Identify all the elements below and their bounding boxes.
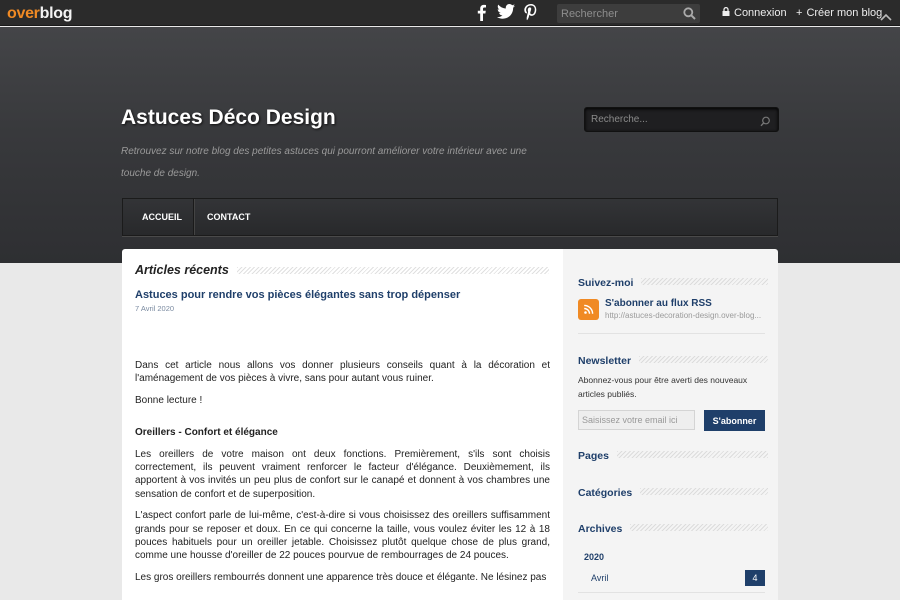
newsletter-title: Newsletter [578, 355, 638, 367]
nav-item-accueil[interactable]: ACCUEIL [142, 199, 182, 235]
login-label: Connexion [734, 7, 787, 19]
divider [578, 333, 765, 334]
overblog-logo[interactable]: overblog [7, 5, 72, 23]
divider [578, 592, 765, 593]
archive-year[interactable]: 2020 [584, 552, 604, 562]
site-description: Retrouvez sur notre blog des petites ast… [121, 146, 527, 179]
site-title[interactable]: Astuces Déco Design [121, 106, 336, 130]
search-icon[interactable] [683, 7, 696, 25]
newsletter-heading: Newsletter [578, 351, 768, 367]
newsletter-email-field[interactable] [578, 410, 695, 430]
heading-hatch [237, 267, 549, 274]
heading-hatch [617, 451, 768, 458]
post-body: Dans cet article nous allons vos donner … [135, 359, 550, 593]
twitter-icon[interactable] [496, 3, 516, 19]
recent-articles-label: Articles récents [135, 263, 235, 277]
newsletter-text: Abonnez-vous pour être averti des nouvea… [578, 375, 748, 399]
header-search-input[interactable] [585, 108, 750, 131]
sidebar: Suivez-moi S'abonner au flux RSS http://… [563, 249, 778, 600]
blog-header: Astuces Déco Design Retrouvez sur notre … [0, 27, 900, 263]
post-paragraph: Bonne lecture ! [135, 395, 203, 407]
rss-subscribe-link[interactable]: S'abonner au flux RSS [605, 298, 712, 309]
facebook-icon[interactable] [471, 3, 491, 21]
heading-hatch [641, 278, 768, 285]
top-search [557, 4, 700, 23]
nav-divider [193, 199, 194, 235]
rss-url: http://astuces-decoration-design.over-bl… [605, 311, 762, 320]
plus-icon: + [796, 7, 803, 19]
categories-title: Catégories [578, 487, 639, 499]
post-paragraph: Dans cet article nous allons vos donner … [135, 360, 550, 385]
subscribe-button[interactable]: S'abonner [704, 410, 765, 431]
archives-title: Archives [578, 523, 629, 535]
logo-part-blog: blog [39, 5, 73, 22]
login-link[interactable]: Connexion [722, 6, 787, 19]
create-blog-label: Créer mon blog [806, 7, 883, 19]
post-paragraph: Les oreillers de votre maison ont deux f… [135, 448, 550, 500]
heading-hatch [630, 524, 768, 531]
lock-icon [722, 6, 730, 19]
post-date: 7 Avril 2020 [135, 304, 175, 313]
post-paragraph: L'aspect confort parle de lui-même, c'es… [135, 510, 550, 562]
nav-item-contact[interactable]: CONTACT [207, 199, 250, 235]
rss-icon[interactable] [578, 299, 599, 320]
chevron-up-icon[interactable] [880, 8, 892, 26]
post-title-link[interactable]: Astuces pour rendre vos pièces élégantes… [135, 289, 460, 301]
create-blog-link[interactable]: + Créer mon blog [796, 7, 882, 19]
categories-heading: Catégories [578, 483, 768, 499]
follow-title: Suivez-moi [578, 277, 640, 289]
logo-part-over: over [7, 5, 40, 22]
top-bar: overblog Connexion +Créer mon blog [0, 0, 900, 26]
archive-month-link[interactable]: Avril [591, 573, 608, 583]
main-content: Articles récents Astuces pour rendre vos… [122, 249, 563, 600]
follow-heading: Suivez-moi [578, 273, 768, 289]
heading-hatch [640, 488, 768, 495]
post-subheading: Oreillers - Confort et élégance [135, 427, 278, 439]
archives-heading: Archives [578, 519, 768, 535]
top-search-input[interactable] [557, 4, 677, 23]
recent-articles-heading: Articles récents [135, 261, 549, 277]
pinterest-icon[interactable] [521, 3, 541, 21]
archive-count-badge: 4 [745, 570, 765, 586]
post-paragraph: Les gros oreillers rembourrés donnent un… [135, 572, 547, 584]
main-nav: ACCUEIL CONTACT [122, 198, 778, 236]
header-search [584, 107, 779, 132]
pages-title: Pages [578, 450, 615, 462]
search-icon[interactable] [760, 114, 771, 132]
heading-hatch [639, 356, 768, 363]
pages-heading: Pages [578, 446, 768, 462]
